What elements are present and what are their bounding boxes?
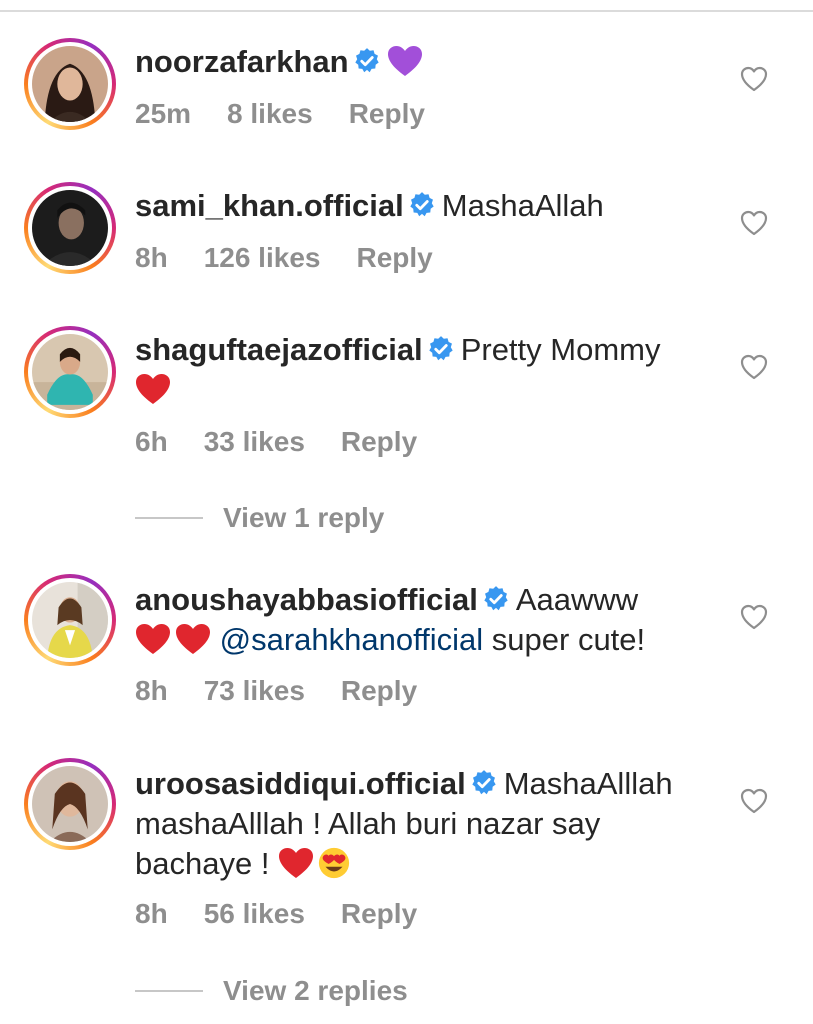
view-replies-button[interactable]: View 1 reply	[135, 500, 384, 536]
heart-outline-icon[interactable]	[740, 66, 768, 92]
verified-badge-icon	[470, 769, 498, 797]
comment-text: sami_khan.official MashaAllah	[135, 186, 715, 226]
view-replies-button[interactable]: View 2 replies	[135, 973, 408, 1009]
user-mention-link[interactable]: @sarahkhanofficial	[220, 622, 484, 657]
heart-eyes-emoji	[316, 846, 352, 880]
comment-meta: 8h 56 likes Reply	[135, 898, 453, 930]
verified-badge-icon	[353, 47, 381, 75]
comment-username[interactable]: anoushayabbasiofficial	[135, 582, 478, 617]
comment-username[interactable]: noorzafarkhan	[135, 44, 349, 79]
verified-badge-icon	[408, 191, 436, 219]
heart-outline-icon[interactable]	[740, 210, 768, 236]
view-replies-label: View 1 reply	[223, 502, 385, 533]
heart-outline-icon[interactable]	[740, 354, 768, 380]
view-replies-label: View 2 replies	[223, 975, 408, 1006]
replies-divider	[135, 990, 203, 992]
comment-likes[interactable]: 56 likes	[204, 898, 305, 930]
comment-text: uroosasiddiqui.official MashaAlllah mashaA…	[135, 764, 715, 884]
comment-meta: 8h 73 likes Reply	[135, 675, 453, 707]
avatar[interactable]	[24, 38, 116, 130]
reply-button[interactable]: Reply	[349, 98, 425, 130]
comment-likes[interactable]: 126 likes	[204, 242, 321, 274]
comment-age: 8h	[135, 675, 168, 706]
red-heart-emoji	[278, 846, 314, 880]
reply-button[interactable]: Reply	[356, 242, 432, 274]
top-divider	[0, 10, 813, 12]
comment-meta: 25m 8 likes Reply	[135, 98, 461, 130]
comment-body-line3: bachaye !	[135, 846, 279, 881]
comment-username[interactable]: uroosasiddiqui.official	[135, 766, 466, 801]
comment-text: anoushayabbasiofficial Aaawww @sarahkhano…	[135, 580, 715, 660]
avatar[interactable]	[24, 182, 116, 274]
avatar[interactable]	[24, 326, 116, 418]
comment-age: 8h	[135, 242, 168, 273]
avatar[interactable]	[24, 758, 116, 850]
comment-body-line2: mashaAlllah ! Allah buri nazar say	[135, 806, 601, 841]
comment-meta: 6h 33 likes Reply	[135, 426, 453, 458]
red-heart-emoji	[135, 622, 171, 656]
red-heart-emoji	[135, 372, 171, 406]
comment-body-continued: super cute!	[483, 622, 646, 657]
red-heart-emoji	[175, 622, 211, 656]
heart-outline-icon[interactable]	[740, 604, 768, 630]
replies-divider	[135, 517, 203, 519]
comment-body: Aaawww	[515, 582, 639, 617]
comment-body: MashaAlllah	[503, 766, 673, 801]
comment-age: 8h	[135, 898, 168, 929]
reply-button[interactable]: Reply	[341, 898, 417, 930]
reply-button[interactable]: Reply	[341, 675, 417, 707]
comment-likes[interactable]: 8 likes	[227, 98, 313, 130]
comment-likes[interactable]: 73 likes	[204, 675, 305, 707]
comment-likes[interactable]: 33 likes	[204, 426, 305, 458]
avatar[interactable]	[24, 574, 116, 666]
comment-age: 25m	[135, 98, 192, 129]
comment-text: shaguftaejazofficial Pretty Mommy	[135, 330, 715, 410]
verified-badge-icon	[482, 585, 510, 613]
heart-outline-icon[interactable]	[740, 788, 768, 814]
purple-heart-emoji	[387, 44, 423, 78]
comment-body: MashaAllah	[441, 188, 604, 223]
comment-text: noorzafarkhan	[135, 42, 715, 82]
reply-button[interactable]: Reply	[341, 426, 417, 458]
verified-badge-icon	[427, 335, 455, 363]
comment-username[interactable]: sami_khan.official	[135, 188, 404, 223]
comment-body: Pretty Mommy	[460, 332, 661, 367]
comment-username[interactable]: shaguftaejazofficial	[135, 332, 423, 367]
comment-meta: 8h 126 likes Reply	[135, 242, 469, 274]
comment-age: 6h	[135, 426, 168, 457]
